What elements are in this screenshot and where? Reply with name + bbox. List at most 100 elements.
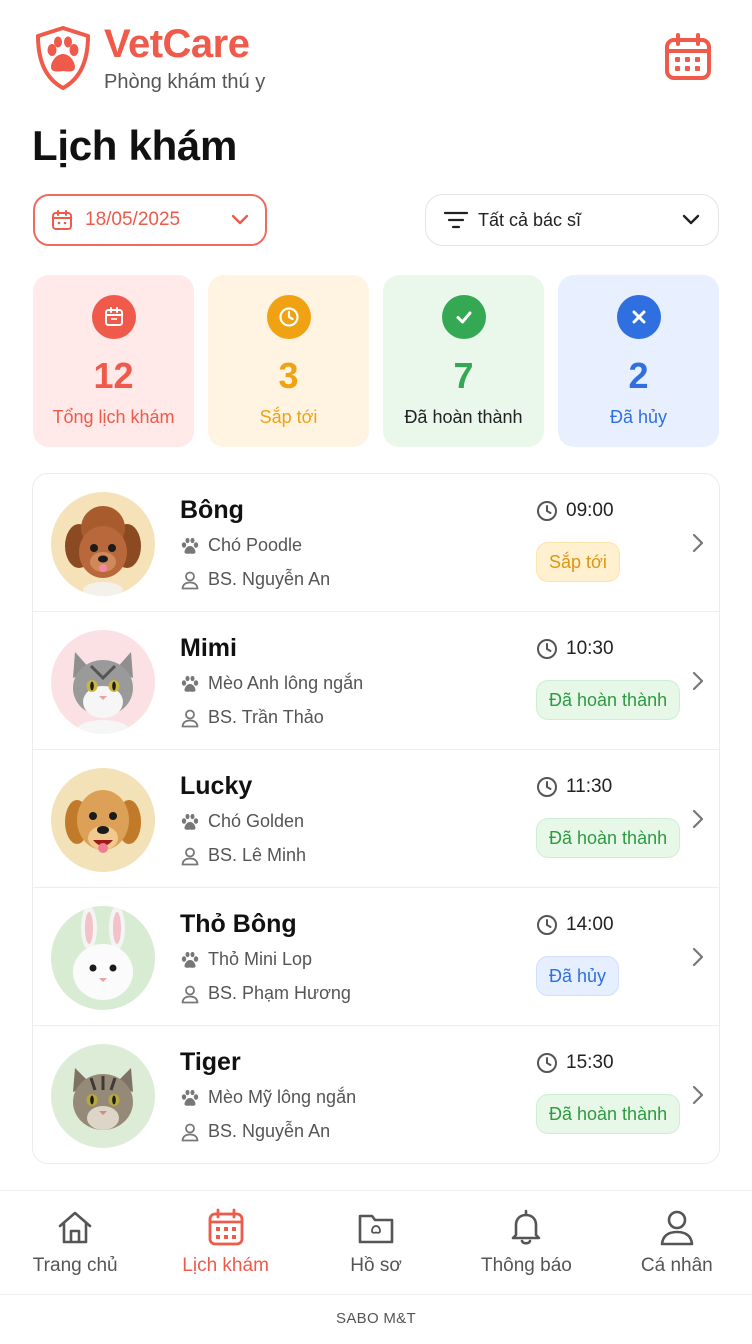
pet-name: Mimi [180,634,237,662]
nav-item-profile[interactable]: Cá nhân [602,1191,752,1294]
stat-card-upcoming[interactable]: 3 Sắp tới [208,275,369,447]
doctor-filter-value: Tất cả bác sĩ [478,209,582,230]
stat-label: Đã hoàn thành [404,407,523,427]
pet-doctor: BS. Lê Minh [180,845,306,866]
chevron-right-icon[interactable] [691,808,705,830]
clock-icon [537,501,557,521]
clock-icon [537,777,557,797]
calendar-icon [91,295,136,339]
stats-row: 12 Tổng lịch khám 3 Sắp tới 7 Đã hoàn th… [33,275,719,447]
pet-avatar [51,630,155,734]
pet-breed-text: Thỏ Mini Lop [208,949,313,969]
pet-name: Lucky [180,772,253,800]
appointment-row[interactable]: Bông Chó Poodle BS. Nguyễn An 09:00 Sắp … [33,474,719,612]
stat-card-done[interactable]: 7 Đã hoàn thành [383,275,544,447]
appointment-list: Bông Chó Poodle BS. Nguyễn An 09:00 Sắp … [32,473,720,1164]
folder-icon [358,1214,394,1244]
date-filter-value: 18/05/2025 [85,209,181,230]
pet-avatar [51,768,155,872]
status-badge: Sắp tới [536,542,620,582]
bell-icon [512,1209,541,1245]
app-header: VetCare Phòng khám thú y [32,22,720,96]
clock-icon [266,295,311,339]
nav-item-appointments[interactable]: Lịch khám [150,1191,300,1294]
appointment-time: 14:00 [536,914,614,936]
calendar-icon[interactable] [664,32,712,82]
appointment-time-text: 14:00 [566,914,614,935]
calendar-icon [208,1208,244,1246]
pet-avatar [51,492,155,596]
stat-value: 7 [453,355,474,396]
pet-doctor: BS. Nguyễn An [180,569,330,590]
chevron-right-icon[interactable] [691,1084,705,1106]
filter-icon [444,211,468,229]
paw-icon [181,1089,199,1106]
footer-brand: SABO M&T [0,1294,752,1344]
pet-name: Thỏ Bông [180,910,297,938]
stat-value: 3 [278,355,299,396]
user-icon [181,847,199,865]
stat-value: 12 [93,355,134,396]
nav-label: Cá nhân [640,1255,713,1276]
nav-item-records[interactable]: Hồ sơ [301,1191,451,1294]
pet-doctor-text: BS. Nguyễn An [208,1121,331,1141]
date-filter-dropdown[interactable]: 18/05/2025 [33,194,267,246]
chevron-right-icon[interactable] [691,946,705,968]
pet-breed: Mèo Mỹ lông ngắn [180,1087,356,1108]
chevron-right-icon[interactable] [691,532,705,554]
paw-icon [181,675,199,692]
pet-doctor: BS. Phạm Hương [180,983,351,1004]
chevron-down-icon [231,214,249,225]
chevron-right-icon[interactable] [691,670,705,692]
nav-label: Trang chủ [32,1255,118,1276]
pet-avatar [51,906,155,1010]
appointment-row[interactable]: Lucky Chó Golden BS. Lê Minh 11:30 Đã ho… [33,750,719,888]
appointment-row[interactable]: Mimi Mèo Anh lông ngắn BS. Trần Thảo 10:… [33,612,719,750]
nav-label: Lịch khám [182,1255,269,1276]
appointment-row[interactable]: Tiger Mèo Mỹ lông ngắn BS. Nguyễn An 15:… [33,1026,719,1163]
calendar-small-icon [52,210,72,230]
pet-doctor-text: BS. Nguyễn An [208,569,331,589]
pet-breed: Chó Poodle [180,535,302,556]
pet-name: Tiger [180,1048,241,1076]
nav-label: Thông báo [480,1255,572,1276]
user-icon [181,1123,199,1141]
pet-avatar [51,1044,155,1148]
x-icon [616,295,661,339]
user-icon [181,709,199,727]
stat-label: Đã hủy [609,407,668,427]
status-badge: Đã hoàn thành [536,1094,681,1134]
appointment-row[interactable]: Thỏ Bông Thỏ Mini Lop BS. Phạm Hương 14:… [33,888,719,1026]
app-name: VetCare [104,22,250,66]
app-subtitle: Phòng khám thú y [104,71,266,93]
pet-breed-text: Chó Golden [208,811,305,831]
nav-item-notifications[interactable]: Thông báo [451,1191,601,1294]
pet-doctor-text: BS. Lê Minh [208,845,307,865]
app-screen: VetCare Phòng khám thú y Lịch khám 18/05… [0,0,752,1344]
pet-name: Bông [180,496,244,524]
page-title: Lịch khám [32,122,238,169]
paw-icon [181,537,199,554]
pet-breed-text: Mèo Mỹ lông ngắn [208,1087,357,1107]
bottom-nav: Trang chủ Lịch khám Hồ sơ Thông báo Cá n… [0,1190,752,1294]
appointment-time: 15:30 [536,1052,614,1074]
user-icon [660,1210,694,1246]
appointment-time-text: 10:30 [566,638,614,659]
pet-doctor-text: BS. Trần Thảo [208,707,324,727]
appointment-time: 10:30 [536,638,614,660]
pet-breed-text: Mèo Anh lông ngắn [208,673,364,693]
appointment-time: 11:30 [536,776,612,798]
stat-card-total[interactable]: 12 Tổng lịch khám [33,275,194,447]
user-icon [181,985,199,1003]
clock-icon [537,1053,557,1073]
nav-label: Hồ sơ [350,1255,402,1276]
chevron-down-icon [682,214,700,225]
stat-card-cancelled[interactable]: 2 Đã hủy [558,275,719,447]
user-icon [181,571,199,589]
doctor-filter-dropdown[interactable]: Tất cả bác sĩ [425,194,719,246]
clock-icon [537,639,557,659]
status-badge: Đã hủy [536,956,620,996]
nav-item-home[interactable]: Trang chủ [0,1191,150,1294]
pet-doctor: BS. Nguyễn An [180,1121,330,1142]
check-icon [441,295,486,339]
